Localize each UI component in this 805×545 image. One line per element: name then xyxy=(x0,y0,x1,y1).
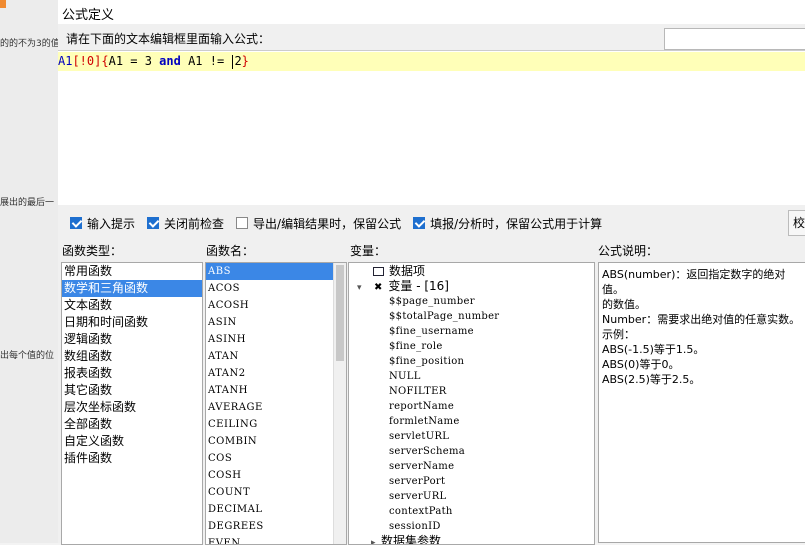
variable-item[interactable]: serverName xyxy=(349,459,594,474)
tree-node-label: 变量 - [16] xyxy=(388,279,449,293)
option-3[interactable]: 导出/编辑结果时，保留公式 xyxy=(236,215,401,232)
variables-header: 变量： xyxy=(350,244,387,258)
option-checkbox[interactable] xyxy=(413,217,426,229)
function-item[interactable]: ATAN2 xyxy=(206,365,333,382)
option-checkbox[interactable] xyxy=(147,217,160,229)
scrollbar-thumb[interactable] xyxy=(336,265,344,361)
category-item[interactable]: 常用函数 xyxy=(62,263,202,280)
option-label: 导出/编辑结果时，保留公式 xyxy=(253,216,402,231)
category-item[interactable]: 其它函数 xyxy=(62,382,202,399)
description-panel: ABS(number)：返回指定数字的绝对值。 的数值。 Number：需要求出… xyxy=(598,262,805,543)
option-4[interactable]: 填报/分析时，保留公式用于计算 xyxy=(413,215,602,232)
variable-tree[interactable]: 数据项 ▾ ✖ 变量 - [16] $$page_number $$totalPage_n… xyxy=(348,262,595,545)
function-item[interactable]: AVERAGE xyxy=(206,399,333,416)
dialog-title: 公式定义 xyxy=(62,8,115,23)
variable-item[interactable]: serverURL xyxy=(349,489,594,504)
description-header: 公式说明： xyxy=(598,244,659,258)
function-item[interactable]: ASINH xyxy=(206,331,333,348)
category-item[interactable]: 日期和时间函数 xyxy=(62,314,202,331)
variable-item[interactable]: sessionID xyxy=(349,519,594,534)
option-2[interactable]: 关闭前检查 xyxy=(147,215,224,232)
function-item[interactable]: ACOS xyxy=(206,280,333,297)
function-list[interactable]: ABS ACOS ACOSH ASIN ASINH ATAN ATAN2 ATANH AVERA… xyxy=(205,262,347,545)
variable-item[interactable]: contextPath xyxy=(349,504,594,519)
background-text-2: 展出的最后一 xyxy=(0,198,55,208)
formula-editor[interactable]: A1[!0]{A1 = 3 and A1 != 2} xyxy=(58,50,805,205)
category-item[interactable]: 插件函数 xyxy=(62,450,202,467)
background-text-3: 出每个值的位 xyxy=(0,351,55,361)
formula-token: A1 xyxy=(58,54,73,68)
formula-token: [!0] xyxy=(72,54,102,68)
function-item[interactable]: DEGREES xyxy=(206,518,333,535)
variable-item[interactable]: NULL xyxy=(349,369,594,384)
background-text-1: 的的不为3的值 xyxy=(0,39,58,49)
tree-node-dataset-params[interactable]: ▸ 数据集参数 xyxy=(349,534,594,545)
formula-token: } xyxy=(241,54,249,68)
option-label: 输入提示 xyxy=(87,216,136,231)
variable-item[interactable]: servletURL xyxy=(349,429,594,444)
category-item[interactable]: 逻辑函数 xyxy=(62,331,202,348)
function-list-scrollbar[interactable] xyxy=(333,263,346,544)
categories-header: 函数类型： xyxy=(62,244,123,258)
option-checkbox[interactable] xyxy=(236,217,249,229)
function-item[interactable]: EVEN xyxy=(206,535,333,544)
variables-icon: ✖ xyxy=(374,282,383,293)
variable-item[interactable]: serverPort xyxy=(349,474,594,489)
function-item[interactable]: CEILING xyxy=(206,416,333,433)
variable-item[interactable]: NOFILTER xyxy=(349,384,594,399)
function-item[interactable]: COMBIN xyxy=(206,433,333,450)
category-item[interactable]: 文本函数 xyxy=(62,297,202,314)
formula-token: { xyxy=(101,54,109,68)
category-item[interactable]: 数学和三角函数 xyxy=(62,280,202,297)
brand-mark xyxy=(0,0,6,8)
variable-item[interactable]: $$totalPage_number xyxy=(349,309,594,324)
title-bar[interactable]: 公式定义 xyxy=(58,0,805,24)
tree-node-label: 数据集参数 xyxy=(381,534,442,545)
category-item[interactable]: 全部函数 xyxy=(62,416,202,433)
function-item[interactable]: COUNT xyxy=(206,484,333,501)
top-input-field[interactable] xyxy=(664,28,805,50)
formula-token: A1 = 3 xyxy=(108,54,160,68)
function-item[interactable]: DECIMAL xyxy=(206,501,333,518)
category-item[interactable]: 报表函数 xyxy=(62,365,202,382)
variable-item[interactable]: $fine_username xyxy=(349,324,594,339)
function-item[interactable]: COS xyxy=(206,450,333,467)
formula-token: and xyxy=(159,54,181,68)
validate-button[interactable]: 校 xyxy=(788,210,805,236)
function-item[interactable]: ASIN xyxy=(206,314,333,331)
formula-dialog: 公式定义 请在下面的文本编辑框里面输入公式： A1[!0]{A1 = 3 and… xyxy=(58,0,805,545)
table-icon xyxy=(373,267,384,276)
editor-prompt: 请在下面的文本编辑框里面输入公式： xyxy=(66,32,271,46)
variable-item[interactable]: $fine_role xyxy=(349,339,594,354)
function-item[interactable]: ATANH xyxy=(206,382,333,399)
option-label: 关闭前检查 xyxy=(164,216,225,231)
option-label: 填报/分析时，保留公式用于计算 xyxy=(430,216,603,231)
category-item[interactable]: 数组函数 xyxy=(62,348,202,365)
formula-line[interactable]: A1[!0]{A1 = 3 and A1 != 2} xyxy=(58,52,805,71)
formula-token: A1 != xyxy=(180,54,232,68)
variable-item[interactable]: $$page_number xyxy=(349,294,594,309)
function-item[interactable]: ATAN xyxy=(206,348,333,365)
function-item[interactable]: ACOSH xyxy=(206,297,333,314)
expand-icon[interactable]: ▸ xyxy=(357,536,381,544)
functions-header: 函数名： xyxy=(206,244,255,258)
category-list[interactable]: 常用函数 数学和三角函数 文本函数 日期和时间函数 逻辑函数 数组函数 报表函数 其它函数 层次… xyxy=(61,262,203,545)
variable-item[interactable]: formletName xyxy=(349,414,594,429)
formula-token: 2 xyxy=(234,54,242,68)
variable-item[interactable]: serverSchema xyxy=(349,444,594,459)
options-row: 输入提示 关闭前检查 导出/编辑结果时，保留公式 填报/分析时，保留公式用于计算 xyxy=(70,215,614,231)
tree-node-data-item[interactable]: 数据项 xyxy=(349,263,594,279)
function-item[interactable]: COSH xyxy=(206,467,333,484)
variable-item[interactable]: reportName xyxy=(349,399,594,414)
function-item[interactable]: ABS xyxy=(206,263,333,280)
option-checkbox[interactable] xyxy=(70,217,82,229)
tree-node-variables[interactable]: ▾ ✖ 变量 - [16] xyxy=(349,279,594,294)
category-item[interactable]: 层次坐标函数 xyxy=(62,399,202,416)
variable-item[interactable]: $fine_position xyxy=(349,354,594,369)
background-window: 的的不为3的值 展出的最后一 出每个值的位 xyxy=(0,0,58,543)
option-1[interactable]: 输入提示 xyxy=(70,215,135,232)
category-item[interactable]: 自定义函数 xyxy=(62,433,202,450)
tree-node-label: 数据项 xyxy=(389,264,426,278)
